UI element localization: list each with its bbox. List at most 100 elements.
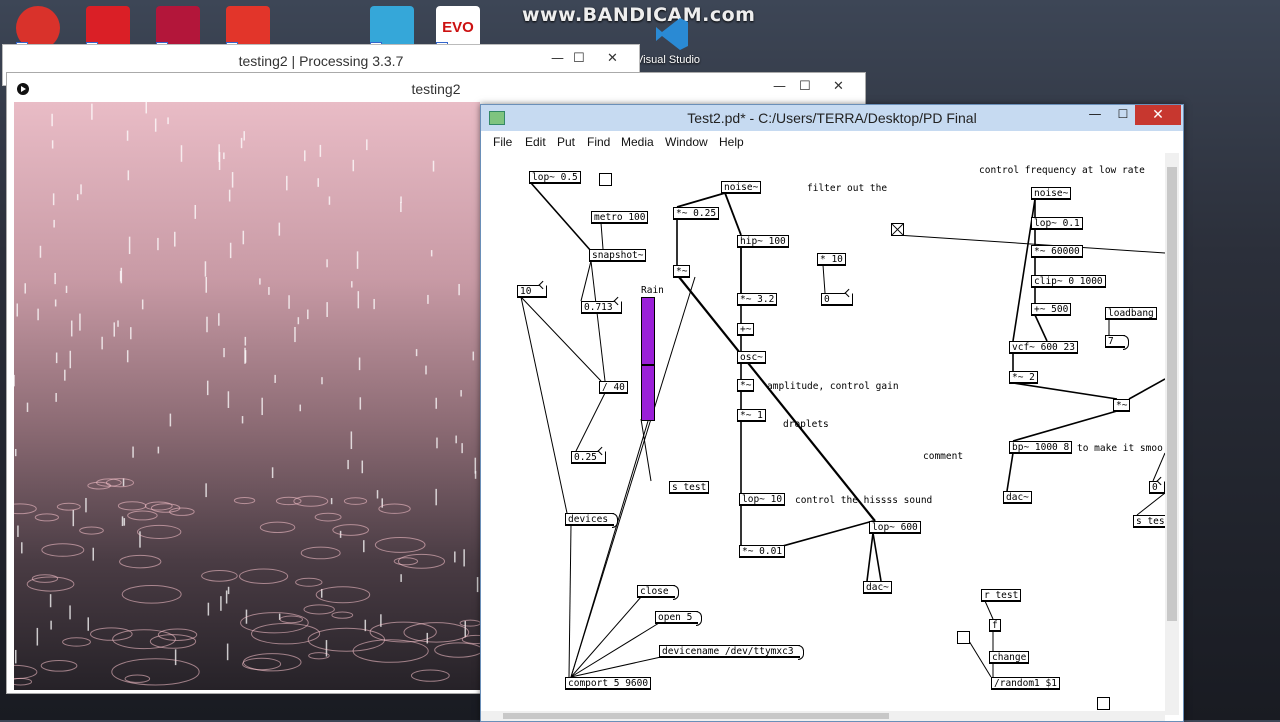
patch-cord — [600, 222, 604, 250]
message-box[interactable]: devices — [565, 513, 619, 528]
pd-object[interactable]: lop~ 0.5 — [529, 171, 581, 184]
pd-object[interactable]: change — [989, 651, 1030, 664]
pd-titlebar[interactable]: Test2.pd* - C:/Users/TERRA/Desktop/PD Fi… — [481, 105, 1183, 131]
number-box[interactable]: 0 — [1149, 481, 1165, 494]
pd-object[interactable]: *~ — [1113, 399, 1131, 412]
number-box[interactable]: 0 — [821, 293, 853, 306]
patch-cord — [1136, 492, 1165, 516]
message-box[interactable]: 7 — [1105, 335, 1129, 350]
pd-object[interactable]: snapshot~ — [589, 249, 647, 262]
pd-patch-canvas[interactable]: lop~ 0.5 metro 100 snapshot~ 0.713 10 / … — [481, 153, 1165, 715]
minimize-button[interactable]: — — [1085, 107, 1105, 125]
message-box[interactable]: devicename /dev/ttymxc3 — [659, 645, 804, 660]
rain-ripple — [378, 503, 411, 514]
pd-object[interactable]: lop~ 0.1 — [1031, 217, 1083, 230]
pd-object[interactable]: clip~ 0 1000 — [1031, 275, 1106, 288]
menu-help[interactable]: Help — [719, 135, 744, 149]
close-button[interactable]: ✕ — [1135, 105, 1181, 125]
pd-object[interactable]: s tes — [1133, 515, 1165, 528]
pd-object[interactable]: r test — [981, 589, 1022, 602]
slider-knob[interactable] — [642, 364, 654, 366]
pd-object[interactable]: osc~ — [737, 351, 766, 364]
number-box[interactable]: 0.713 — [581, 301, 622, 314]
minimize-button[interactable]: — — [551, 51, 564, 66]
pd-object[interactable]: +~ 500 — [1031, 303, 1072, 316]
message-box[interactable]: close — [637, 585, 679, 600]
rain-ripple — [374, 536, 426, 553]
menu-media[interactable]: Media — [621, 135, 654, 149]
pd-object[interactable]: bp~ 1000 8 — [1009, 441, 1073, 454]
menu-edit[interactable]: Edit — [525, 135, 546, 149]
rain-ripple — [149, 634, 197, 649]
pd-object[interactable]: * 10 — [817, 253, 846, 266]
pd-object[interactable]: vcf~ 600 23 — [1009, 341, 1078, 354]
close-button[interactable]: ✕ — [833, 79, 844, 94]
pd-object[interactable]: dac~ — [1003, 491, 1032, 504]
patch-cord — [1128, 378, 1165, 400]
rain-ripple — [315, 586, 371, 604]
pd-object[interactable]: metro 100 — [591, 211, 649, 224]
patch-cords — [520, 182, 1165, 678]
rain-ripple — [201, 569, 238, 582]
pd-object[interactable]: lop~ 600 — [869, 521, 921, 534]
pd-object[interactable]: *~ 1 — [737, 409, 766, 422]
rain-sketch-canvas[interactable] — [14, 102, 480, 690]
maximize-button[interactable]: ☐ — [573, 51, 585, 66]
pd-object[interactable]: loadbang — [1105, 307, 1157, 320]
pd-object[interactable]: *~ — [673, 265, 691, 278]
sketch-window-title: testing2 — [411, 81, 461, 97]
rain-ripple — [121, 584, 182, 604]
vertical-scroll-thumb[interactable] — [1167, 167, 1177, 621]
pd-object[interactable]: *~ 2 — [1009, 371, 1038, 384]
menu-window[interactable]: Window — [665, 135, 708, 149]
bang-button[interactable] — [957, 631, 970, 644]
visual-studio-icon[interactable] — [654, 16, 690, 52]
pd-object[interactable]: s test — [669, 481, 710, 494]
pd-object[interactable]: *~ 0.25 — [673, 207, 720, 220]
patch-cord — [822, 264, 826, 294]
visual-studio-label[interactable]: Visual Studio — [636, 54, 700, 66]
pd-object[interactable]: *~ — [737, 379, 755, 392]
menu-find[interactable]: Find — [587, 135, 610, 149]
menu-file[interactable]: File — [493, 135, 512, 149]
rain-ripple — [293, 495, 329, 507]
patch-cord — [580, 260, 592, 302]
pd-object[interactable]: *~ 3.2 — [737, 293, 778, 306]
comment: amplitude, control gain — [767, 381, 899, 392]
close-button[interactable]: ✕ — [607, 51, 618, 66]
pd-object[interactable]: dac~ — [863, 581, 892, 594]
pd-object[interactable]: +~ — [737, 323, 755, 336]
patch-cord — [968, 640, 992, 678]
toggle[interactable] — [891, 223, 904, 236]
menu-put[interactable]: Put — [557, 135, 575, 149]
pd-object[interactable]: noise~ — [1031, 187, 1072, 200]
bang-button[interactable] — [1097, 697, 1110, 710]
pd-object[interactable]: /random1 $1 — [991, 677, 1060, 690]
message-box[interactable]: open 5 — [655, 611, 703, 626]
number-box[interactable]: 0.25 — [571, 451, 606, 464]
horizontal-scroll-thumb[interactable] — [503, 713, 889, 719]
rain-slider[interactable] — [641, 297, 655, 421]
maximize-button[interactable]: ☐ — [1113, 107, 1133, 125]
pd-window-title: Test2.pd* - C:/Users/TERRA/Desktop/PD Fi… — [687, 110, 977, 126]
rain-ripple — [332, 524, 369, 536]
maximize-button[interactable]: ☐ — [799, 79, 811, 94]
pd-object[interactable]: lop~ 10 — [739, 493, 786, 506]
bandicam-watermark: www.BANDICAM.com — [522, 4, 756, 26]
patch-cord — [724, 192, 742, 236]
pd-object[interactable]: *~ 0.01 — [739, 545, 786, 558]
pd-object[interactable]: hip~ 100 — [737, 235, 789, 248]
pd-object[interactable]: noise~ — [721, 181, 762, 194]
bang-button[interactable] — [599, 173, 612, 186]
number-box[interactable]: 10 — [517, 285, 547, 298]
comment: control the hissss sound — [795, 495, 933, 506]
pd-object[interactable]: *~ 60000 — [1031, 245, 1083, 258]
comment: droplets — [783, 419, 829, 430]
vertical-scrollbar[interactable] — [1165, 153, 1179, 715]
pd-object[interactable]: / 40 — [599, 381, 628, 394]
rain-ripple — [300, 546, 341, 560]
pd-object[interactable]: f — [989, 619, 1001, 632]
rain-ripple — [393, 557, 419, 566]
minimize-button[interactable]: — — [773, 79, 786, 94]
pd-object[interactable]: comport 5 9600 — [565, 677, 652, 690]
